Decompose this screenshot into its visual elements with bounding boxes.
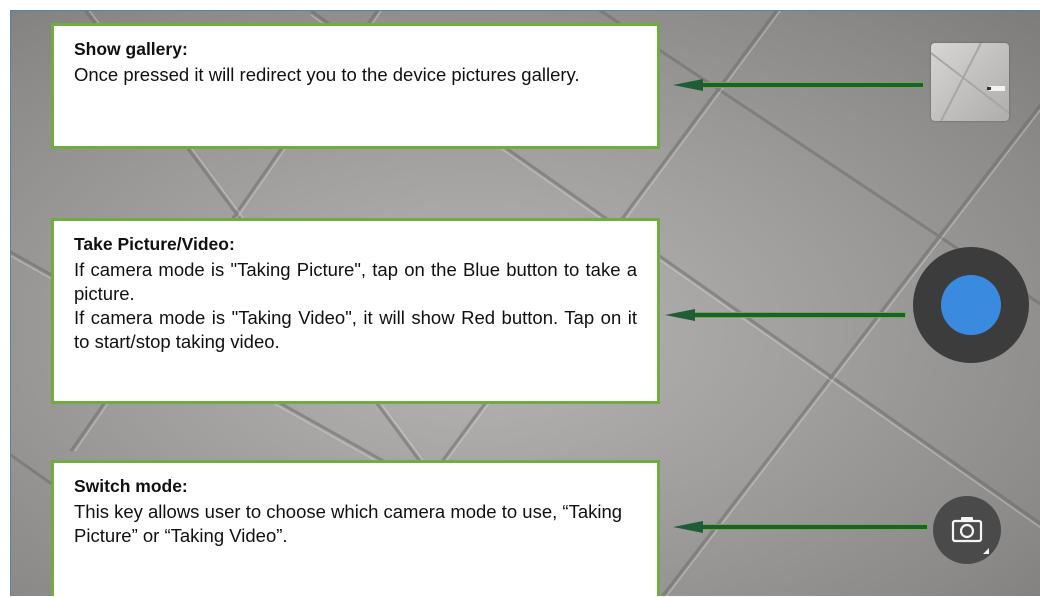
switch-mode-button[interactable] [933,496,1001,564]
camera-viewfinder: Show gallery: Once pressed it will redir… [10,10,1040,596]
gallery-thumbnail-icon [931,43,1009,121]
mode-callout-title: Switch mode: [74,476,188,496]
gallery-callout: Show gallery: Once pressed it will redir… [51,23,660,149]
capture-callout: Take Picture/Video: If camera mode is "T… [51,218,660,404]
capture-callout-description: If camera mode is "Taking Picture", tap … [74,259,637,352]
gallery-callout-title: Show gallery: [74,39,188,59]
mode-callout-description: This key allows user to choose which cam… [74,501,623,546]
camera-icon [951,517,989,554]
gallery-callout-description: Once pressed it will redirect you to the… [74,64,580,85]
capture-callout-title: Take Picture/Video: [74,234,235,254]
shutter-button[interactable] [913,247,1029,363]
shutter-dot [941,275,1001,335]
mode-callout: Switch mode: This key allows user to cho… [51,460,660,596]
gallery-thumbnail-button[interactable] [931,43,1009,121]
